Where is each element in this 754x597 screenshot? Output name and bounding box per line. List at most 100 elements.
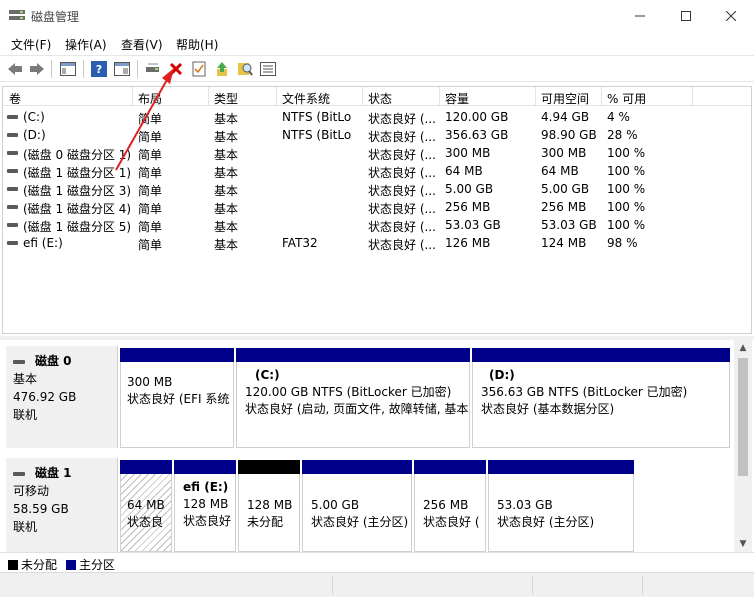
legend: 未分配 主分区 — [0, 552, 754, 572]
disk-1-partition-1[interactable]: 64 MB 状态良 — [120, 460, 172, 552]
table-cell: 124 MB — [541, 236, 587, 250]
volume-list-button[interactable] — [258, 59, 278, 79]
partition-label: (C:) — [255, 368, 280, 382]
table-cell: 100 % — [607, 218, 646, 232]
disk-0-partition-1[interactable]: 300 MB 状态良好 (EFI 系统 — [120, 348, 234, 448]
table-cell: 300 MB — [541, 146, 587, 160]
partition-status: 状态良好 — [183, 514, 232, 528]
table-cell: 基本 — [214, 202, 239, 216]
delete-button[interactable] — [166, 59, 186, 79]
close-icon — [726, 10, 736, 21]
table-cell: 简单 — [138, 130, 163, 144]
disk-0-partition-c[interactable]: (C:) 120.00 GB NTFS (BitLocker 已加密) 状态良好… — [236, 348, 470, 448]
back-button[interactable] — [5, 59, 25, 79]
table-row[interactable]: (磁盘 1 磁盘分区 5) 简单 基本 状态良好 (... 53.03 GB 53.03 … — [3, 216, 751, 234]
col-header-free-space[interactable]: 可用空间 — [541, 90, 589, 107]
table-cell: 简单 — [138, 112, 163, 126]
legend-swatch-primary — [66, 559, 76, 570]
table-row[interactable]: (磁盘 0 磁盘分区 1) 简单 基本 状态良好 (... 300 MB 300 MB 10… — [3, 144, 751, 162]
minimize-button[interactable] — [617, 0, 663, 31]
table-cell: efi (E:) — [23, 236, 63, 250]
disk-1-type: 可移动 — [13, 484, 50, 498]
disk-1-partition-5[interactable]: 53.03 GB 状态良好 (主分区) — [488, 460, 634, 552]
table-cell: 53.03 GB — [541, 218, 597, 232]
maximize-button[interactable] — [663, 0, 709, 31]
partition-size: 5.00 GB — [311, 498, 360, 512]
table-cell: 100 % — [607, 146, 646, 160]
scrollbar-thumb[interactable] — [738, 358, 748, 476]
console-tree-button[interactable] — [58, 59, 78, 79]
partition-status: 状态良好 ( — [423, 515, 480, 529]
partition-status: 状态良好 (主分区) — [497, 515, 595, 529]
partition-label: (D:) — [489, 368, 515, 382]
disk-1-label[interactable]: 磁盘 1 可移动 58.59 GB 联机 — [6, 458, 118, 552]
partition-status: 状态良 — [127, 515, 164, 529]
table-cell: 120.00 GB — [445, 110, 509, 124]
disk-1-unallocated[interactable]: 128 MB 未分配 — [238, 460, 300, 552]
disk-1-name: 磁盘 1 — [35, 466, 72, 480]
table-row[interactable]: efi (E:) 简单 基本 FAT32 状态良好 (... 126 MB 124 MB 98… — [3, 234, 751, 252]
scroll-down-arrow-icon[interactable]: ▼ — [734, 536, 752, 552]
table-cell: 简单 — [138, 220, 163, 234]
table-cell: 状态良好 (... — [368, 184, 436, 198]
table-cell: 状态良好 (... — [368, 112, 436, 126]
rescan-button[interactable] — [235, 59, 255, 79]
partition-size: 128 MB — [247, 498, 293, 512]
table-cell: 状态良好 (... — [368, 130, 436, 144]
close-button[interactable] — [708, 0, 754, 31]
menu-action[interactable]: 操作(A) — [65, 36, 107, 53]
disk-1-partition-4[interactable]: 256 MB 状态良好 ( — [414, 460, 486, 552]
table-row[interactable]: (磁盘 1 磁盘分区 1) 简单 基本 状态良好 (... 64 MB 64 MB 100 … — [3, 162, 751, 180]
partition-status: 状态良好 (EFI 系统 — [127, 392, 230, 406]
col-header-filesystem[interactable]: 文件系统 — [282, 90, 330, 107]
disk-0-name: 磁盘 0 — [35, 354, 72, 368]
menu-bar: 文件(F) 操作(A) 查看(V) 帮助(H) — [0, 31, 754, 55]
col-header-capacity[interactable]: 容量 — [445, 90, 469, 107]
table-row[interactable]: (C:) 简单 基本 NTFS (BitLo 状态良好 (... 120.00 GB 4.9… — [3, 108, 751, 126]
table-cell: 简单 — [138, 166, 163, 180]
table-cell: (磁盘 1 磁盘分区 5) — [23, 220, 131, 234]
partition-size: 128 MB — [183, 497, 229, 511]
scroll-up-arrow-icon[interactable]: ▲ — [734, 340, 752, 356]
col-header-layout[interactable]: 布局 — [138, 90, 162, 107]
col-header-status[interactable]: 状态 — [368, 90, 392, 107]
disk-map-scrollbar[interactable]: ▲ ▼ — [734, 340, 752, 552]
partition-size: 356.63 GB NTFS (BitLocker 已加密) — [481, 385, 688, 399]
volume-icon — [7, 133, 18, 137]
connect-disk-icon — [146, 63, 159, 72]
partition-size: 300 MB — [127, 375, 173, 389]
table-cell: 状态良好 (... — [368, 238, 436, 252]
disk-0-type: 基本 — [13, 372, 38, 386]
table-cell: 基本 — [214, 148, 239, 162]
table-cell: 4.94 GB — [541, 110, 590, 124]
menu-file[interactable]: 文件(F) — [11, 36, 51, 53]
properties-button[interactable] — [189, 59, 209, 79]
table-row[interactable]: (磁盘 1 磁盘分区 3) 简单 基本 状态良好 (... 5.00 GB 5.00 GB… — [3, 180, 751, 198]
refresh-button[interactable] — [212, 59, 232, 79]
col-header-volume[interactable]: 卷 — [9, 90, 21, 107]
legend-label: 未分配 — [21, 558, 58, 572]
disk-1-partition-3[interactable]: 5.00 GB 状态良好 (主分区) — [302, 460, 412, 552]
disk-0-partition-d[interactable]: (D:) 356.63 GB NTFS (BitLocker 已加密) 状态良好… — [472, 348, 730, 448]
disk-1-partition-efi[interactable]: efi (E:) 128 MB 状态良好 — [174, 460, 236, 552]
connect-disk-button[interactable] — [143, 59, 163, 79]
table-row[interactable]: (D:) 简单 基本 NTFS (BitLo 状态良好 (... 356.63 GB 98.… — [3, 126, 751, 144]
col-header-type[interactable]: 类型 — [214, 90, 238, 107]
status-cell — [332, 576, 532, 595]
help-button[interactable]: ? — [89, 59, 109, 79]
disk-management-app-icon — [9, 10, 25, 20]
action-pane-icon — [114, 62, 130, 76]
refresh-icon — [217, 62, 227, 76]
partition-size: 120.00 GB NTFS (BitLocker 已加密) — [245, 385, 452, 399]
volume-icon — [7, 223, 18, 227]
forward-button[interactable] — [27, 59, 47, 79]
table-row[interactable]: (磁盘 1 磁盘分区 4) 简单 基本 状态良好 (... 256 MB 256 MB 10… — [3, 198, 751, 216]
col-header-percent-free[interactable]: % 可用 — [607, 90, 646, 107]
table-cell: (磁盘 1 磁盘分区 1) — [23, 166, 131, 180]
menu-view[interactable]: 查看(V) — [121, 36, 163, 53]
menu-help[interactable]: 帮助(H) — [176, 36, 218, 53]
disk-0-size: 476.92 GB — [13, 390, 77, 404]
table-cell: 基本 — [214, 238, 239, 252]
disk-0-label[interactable]: 磁盘 0 基本 476.92 GB 联机 — [6, 346, 118, 448]
action-pane-button[interactable] — [112, 59, 132, 79]
